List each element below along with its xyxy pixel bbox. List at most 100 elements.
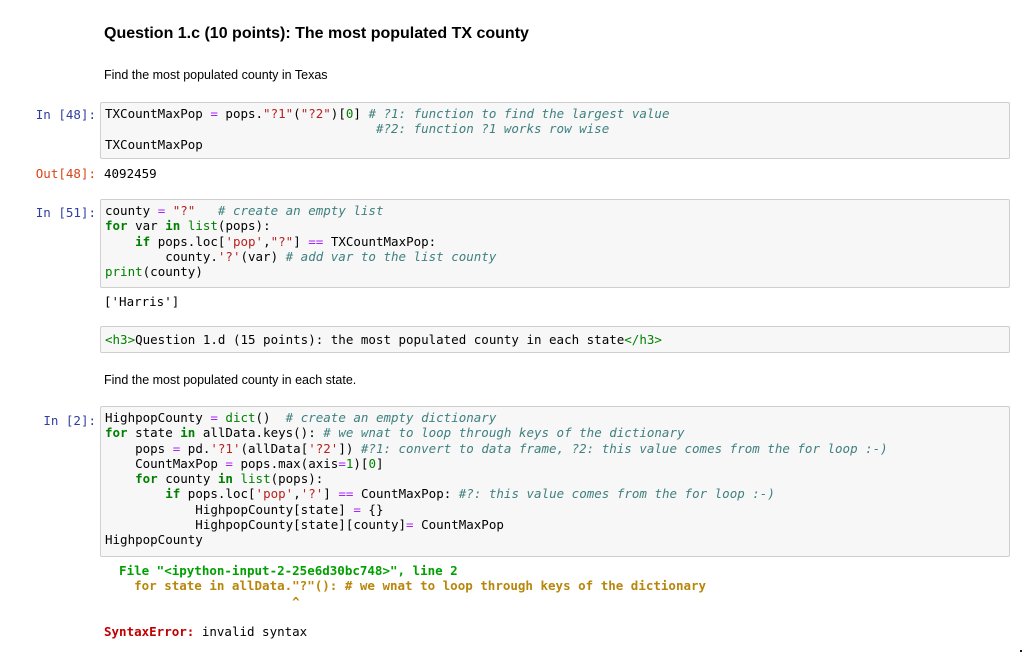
code-token: 'pop' [225, 233, 264, 249]
code-token: pops.loc[ [180, 486, 256, 502]
cell-2-code-editor[interactable]: HighpopCounty = dict() # create an empty… [100, 406, 1010, 557]
cell-2-input-prompt: In [2]: [43, 413, 96, 428]
cell-2-traceback: File "<ipython-input-2-25e6d30bc748>", l… [104, 563, 706, 639]
code-token: '?' [300, 486, 324, 502]
code-token: '?1' [210, 440, 241, 456]
cell-51-input-prompt: In [51]: [35, 205, 96, 220]
code-token: {} [360, 501, 384, 517]
code-token: , [293, 486, 301, 502]
code-token: in [165, 218, 181, 234]
code-token: HighpopCounty[state][county] [105, 517, 407, 533]
code-token: TXCountMaxPop [105, 136, 203, 152]
code-token: (var) [240, 248, 286, 264]
code-token: "?2" [300, 106, 331, 121]
code-line: county.'?'(var) # add var to the list co… [105, 249, 1009, 264]
code-token: ] [323, 486, 339, 502]
code-token: '?2' [308, 440, 339, 456]
code-token: HighpopCounty [105, 532, 203, 548]
cell-48-code-editor[interactable]: TXCountMaxPop = pops."?1"("?2")[0] # ?1:… [100, 102, 1010, 159]
code-token: county [157, 471, 218, 487]
code-line: CountMaxPop = pops.max(axis=1)[0] [105, 456, 1009, 471]
code-token: dict [225, 410, 256, 425]
code-token: #?: this value comes from the for loop :… [458, 486, 775, 502]
code-token: if [135, 233, 151, 249]
code-token: invalid syntax [194, 624, 308, 640]
code-token: pops. [217, 106, 264, 121]
code-token: '?' [217, 248, 241, 264]
code-token: CountMaxPop [413, 517, 504, 533]
cell-51-code-lines: county = "?" # create an empty list for v… [105, 203, 1009, 279]
code-line: #?2: function ?1 works row wise [105, 121, 1009, 136]
code-token: , [263, 233, 271, 249]
code-token: = [406, 517, 414, 533]
code-token: # create an empty list [217, 203, 384, 218]
code-token: (county) [142, 264, 203, 280]
raw-cell-editor[interactable]: <h3>Question 1.d (15 points): the most p… [100, 326, 1010, 353]
code-line: TXCountMaxPop = pops."?1"("?2")[0] # ?1:… [105, 106, 1009, 121]
question-1c-description: Find the most populated county in Texas [104, 68, 328, 82]
code-token: ]) [338, 440, 361, 456]
code-token: ] [293, 233, 309, 249]
code-token: in [217, 471, 233, 487]
code-token: HighpopCounty[state] [105, 501, 354, 517]
code-token: = [210, 106, 218, 121]
code-line: <h3>Question 1.d (15 points): the most p… [105, 332, 1009, 347]
code-token: state [127, 425, 181, 441]
code-token: 'pop' [255, 486, 294, 502]
code-token: = [353, 501, 361, 517]
code-token: list [187, 218, 218, 234]
cell-48-output-prompt: Out[48]: [35, 166, 96, 181]
question-1d-description: Find the most populated county in each s… [104, 373, 357, 387]
corner-dot [1020, 650, 1022, 652]
code-token: for [135, 471, 158, 487]
code-token: ] [375, 455, 384, 471]
code-line: county = "?" # create an empty list [105, 203, 1009, 218]
code-token: (pops): [217, 218, 271, 234]
code-token: SyntaxError: [104, 624, 195, 640]
cell-48-input-prompt: In [48]: [35, 107, 96, 122]
code-line: print(county) [105, 264, 1009, 279]
code-token: )[ [330, 106, 346, 121]
cell-2-code-lines: HighpopCounty = dict() # create an empty… [105, 410, 1009, 548]
code-line [104, 609, 706, 624]
code-token: #?2: function ?1 works row wise [375, 121, 610, 137]
code-token: "?" [172, 203, 196, 218]
code-token: #?1: convert to data frame, ?2: this val… [360, 440, 888, 456]
code-line: HighpopCounty[state] = {} [105, 502, 1009, 517]
code-token: county [105, 203, 158, 218]
code-token: # create an empty dictionary [285, 410, 497, 425]
cell-51-output: ['Harris'] [104, 294, 180, 309]
code-line: if pops.loc['pop',"?"] == TXCountMaxPop: [105, 234, 1009, 249]
code-token: ^ [104, 593, 300, 609]
code-token: pops.loc[ [150, 233, 226, 249]
code-line: HighpopCounty = dict() # create an empty… [105, 410, 1009, 425]
code-token: (allData[ [240, 440, 309, 456]
code-line: SyntaxError: invalid syntax [104, 624, 706, 639]
code-token: (pops): [270, 471, 324, 487]
code-token: if [165, 486, 181, 502]
cell-48-output: 4092459 [104, 166, 157, 181]
code-token: list [240, 471, 271, 487]
code-token: TXCountMaxPop: [323, 233, 437, 249]
code-token: ] [353, 106, 369, 121]
cell-51-code-editor[interactable]: county = "?" # create an empty list for v… [100, 199, 1010, 288]
code-line: if pops.loc['pop','?'] == CountMaxPop: #… [105, 486, 1009, 501]
code-line: for var in list(pops): [105, 218, 1009, 233]
code-token: print [105, 264, 143, 280]
code-token: <h3> [105, 332, 136, 347]
code-token: for state in allData."?"(): # we wnat to… [104, 578, 707, 594]
code-token: == [338, 486, 354, 502]
code-token: = [210, 410, 218, 425]
code-token: "?" [270, 233, 294, 249]
code-token: for [105, 218, 128, 234]
code-token: )[ [353, 455, 369, 471]
code-token: # ?1: function to find the largest value [368, 106, 670, 121]
code-token: var [127, 218, 166, 234]
